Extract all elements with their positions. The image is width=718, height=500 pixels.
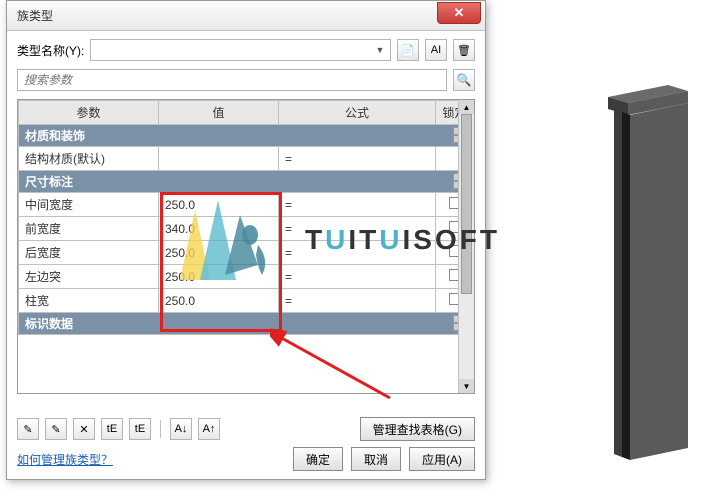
delete-type-button[interactable]: 🗑 [453,39,475,61]
type-name-label: 类型名称(Y): [17,42,84,59]
params-table: 参数 值 公式 锁定 材质和装饰 ▴▾ 结构材质(默认) [18,100,474,335]
cell-value[interactable]: 250.0 [159,265,279,289]
cell-formula[interactable]: = [279,147,436,171]
cell-value[interactable]: 250.0 [159,193,279,217]
chevron-down-icon: ▼ [374,44,386,56]
cancel-button[interactable]: 取消 [351,447,401,471]
group-label: 材质和装饰 [25,129,85,143]
cell-formula[interactable]: = [279,289,436,313]
cell-value[interactable]: 250.0 [159,241,279,265]
search-input[interactable] [17,69,447,91]
rename-icon: AI [431,44,441,56]
table-row[interactable]: 左边突 250.0 = [19,265,474,289]
cell-value[interactable]: 250.0 [159,289,279,313]
table-row[interactable]: 后宽度 250.0 = [19,241,474,265]
pencil-icon: ✎ [23,423,32,436]
params-table-container: 参数 值 公式 锁定 材质和装饰 ▴▾ 结构材质(默认) [17,99,475,394]
table-row[interactable]: 前宽度 340.0 = [19,217,474,241]
scroll-up-icon[interactable]: ▲ [459,100,474,114]
edit-param-button[interactable]: ✎ [17,418,39,440]
group-label: 尺寸标注 [25,175,73,189]
col-formula-header[interactable]: 公式 [279,101,436,125]
apply-button[interactable]: 应用(A) [409,447,475,471]
rename-type-button[interactable]: AI [425,39,447,61]
group-header[interactable]: 尺寸标注 ▴▾ [19,171,474,193]
cell-formula[interactable]: = [279,217,436,241]
cell-param[interactable]: 柱宽 [19,289,159,313]
move-down-button[interactable]: tE [129,418,151,440]
group-header[interactable]: 标识数据 ▴▾ [19,313,474,335]
table-row[interactable]: 结构材质(默认) = [19,147,474,171]
new-icon: 📄 [401,44,415,57]
delete-icon: 🗑 [457,44,471,57]
cell-param[interactable]: 中间宽度 [19,193,159,217]
help-link[interactable]: 如何管理族类型？ [17,451,113,468]
scroll-thumb[interactable] [461,114,472,294]
new-type-button[interactable]: 📄 [397,39,419,61]
group-label: 标识数据 [25,317,73,331]
table-row[interactable]: 中间宽度 250.0 = [19,193,474,217]
cell-value[interactable] [159,147,279,171]
ok-button[interactable]: 确定 [293,447,343,471]
cell-formula[interactable]: = [279,265,436,289]
dialog-title: 族类型 [17,7,53,24]
cell-formula[interactable]: = [279,193,436,217]
sort-desc-button[interactable]: A↑ [198,418,220,440]
divider [160,420,161,438]
sort-asc-icon: A↓ [175,423,188,435]
title-bar: 族类型 ✕ [7,1,485,31]
up-icon: tE [107,423,117,435]
col-value-header[interactable]: 值 [159,101,279,125]
family-types-dialog: 族类型 ✕ 类型名称(Y): ▼ 📄 AI 🗑 🔍 [6,0,486,480]
delete-param-button[interactable]: ✕ [73,418,95,440]
group-header[interactable]: 材质和装饰 ▴▾ [19,125,474,147]
new-param-button[interactable]: ✎ [45,418,67,440]
move-up-button[interactable]: tE [101,418,123,440]
search-button[interactable]: 🔍 [453,69,475,91]
table-row[interactable]: 柱宽 250.0 = [19,289,474,313]
scroll-down-icon[interactable]: ▼ [459,379,474,393]
model-preview [608,85,688,460]
cell-value[interactable]: 340.0 [159,217,279,241]
down-icon: tE [135,423,145,435]
cell-param[interactable]: 前宽度 [19,217,159,241]
pencil-star-icon: ✎ [51,423,60,436]
type-name-dropdown[interactable]: ▼ [90,39,391,61]
vertical-scrollbar[interactable]: ▲ ▼ [458,100,474,393]
search-icon: 🔍 [457,73,472,87]
col-param-header[interactable]: 参数 [19,101,159,125]
cell-param[interactable]: 左边突 [19,265,159,289]
sort-asc-button[interactable]: A↓ [170,418,192,440]
cell-param[interactable]: 结构材质(默认) [19,147,159,171]
sort-desc-icon: A↑ [203,423,216,435]
close-icon: ✕ [454,5,465,21]
x-icon: ✕ [79,423,88,436]
close-button[interactable]: ✕ [437,2,481,24]
cell-formula[interactable]: = [279,241,436,265]
cell-param[interactable]: 后宽度 [19,241,159,265]
manage-lookup-button[interactable]: 管理查找表格(G) [360,417,475,441]
